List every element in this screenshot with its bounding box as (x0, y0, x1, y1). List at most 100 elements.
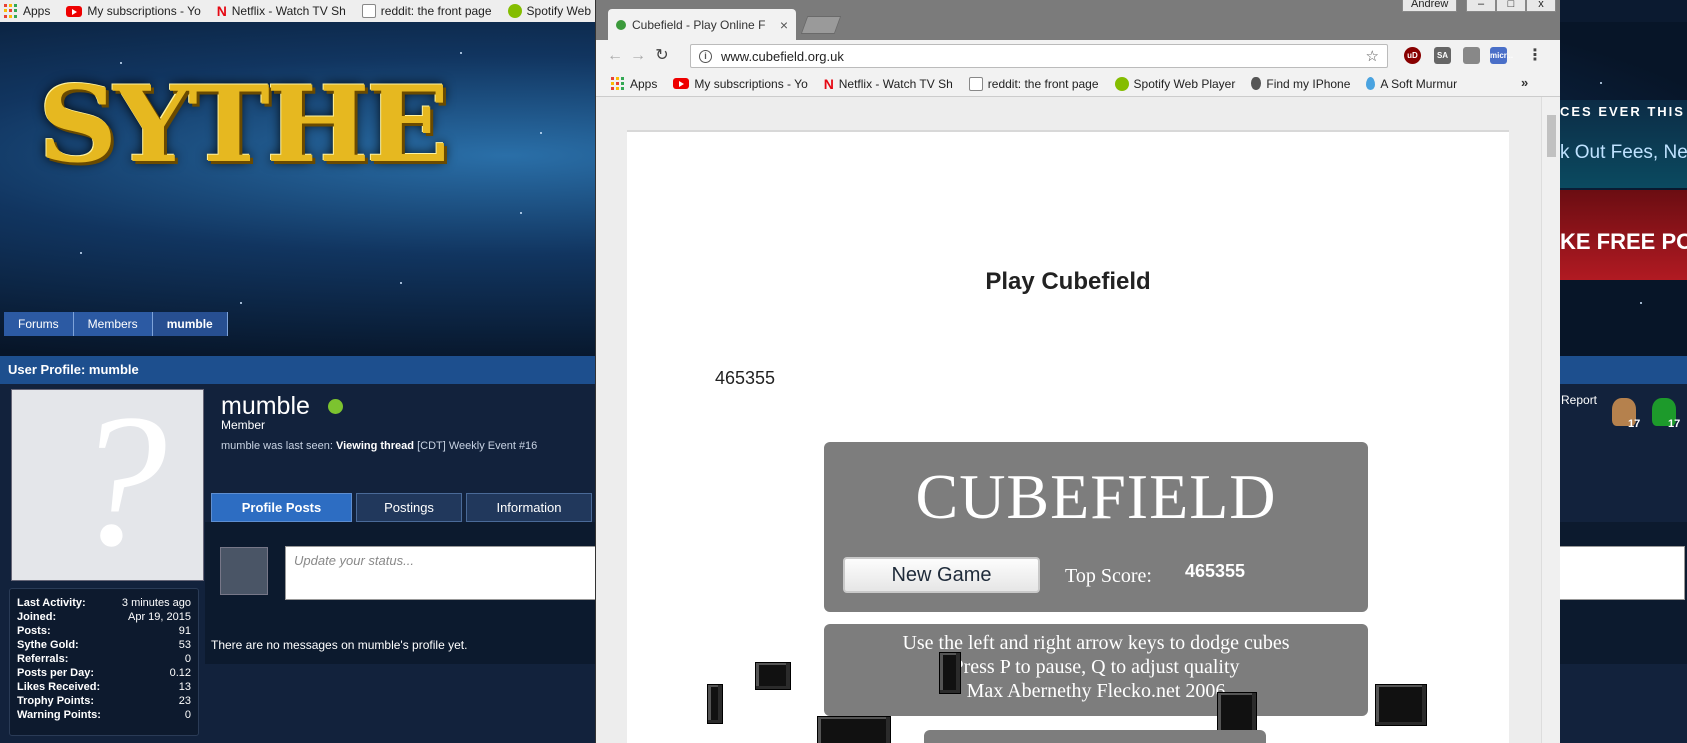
last-seen-thread-link[interactable]: [CDT] Weekly Event #16 (417, 440, 537, 452)
tab-cubefield[interactable]: Cubefield - Play Online F × (608, 9, 796, 40)
microsoft-extension-icon[interactable]: micr... (1490, 47, 1513, 64)
droplet-icon (1366, 77, 1376, 90)
lower-panel (924, 730, 1266, 743)
close-window-button[interactable]: x (1526, 0, 1556, 12)
game-title: CUBEFIELD (915, 461, 1277, 532)
bookmark-spotify[interactable]: Spotify Web Player (1114, 76, 1235, 91)
trophy-count: 17 (1668, 418, 1681, 430)
ad-text-3: KE FREE POK (1560, 229, 1687, 254)
profile-title: User Profile: mumble (8, 362, 139, 377)
cube (707, 684, 723, 724)
menu-icon[interactable]: ⋮ (1527, 45, 1543, 65)
bookmark-youtube[interactable]: My subscriptions - Yo (673, 77, 808, 91)
trophy-count: 17 (1628, 418, 1641, 430)
cubefield-favicon-icon (616, 19, 626, 30)
cube (939, 652, 961, 694)
netflix-icon: N (823, 75, 834, 92)
back-arrow-icon[interactable]: ← (606, 47, 624, 65)
new-tab-button[interactable] (800, 16, 842, 34)
bookmark-star-icon[interactable]: ☆ (1366, 47, 1379, 65)
window-controls: – □ x (1466, 0, 1556, 12)
new-game-button[interactable]: New Game (843, 557, 1040, 593)
online-status-icon (328, 399, 343, 414)
instructions-panel: Use the left and right arrow keys to dod… (824, 624, 1368, 716)
apps-icon (4, 4, 18, 18)
ublock-extension-icon[interactable]: uD (1404, 47, 1421, 64)
stat-posts: Posts: 91 (17, 625, 191, 637)
breadcrumb-forums[interactable]: Forums (4, 312, 74, 336)
background-bookmarks-bar: Apps My subscriptions - Yo N Netflix - Wa… (0, 0, 600, 22)
url-text: www.cubefield.org.uk (721, 48, 844, 64)
reddit-icon (361, 4, 376, 18)
info-icon[interactable]: i (699, 49, 712, 63)
stat-joined: Joined: Apr 19, 2015 (17, 611, 191, 623)
profile-role: Member (221, 418, 266, 432)
page-viewport: Play Cubefield 465355 CUBEFIELD New Game… (596, 97, 1541, 743)
breadcrumb: Forums Members mumble (4, 312, 228, 336)
more-bookmarks-icon[interactable]: » (1521, 75, 1528, 90)
cubefield-page: Play Cubefield 465355 CUBEFIELD New Game… (627, 130, 1509, 743)
last-seen: mumble was last seen: Viewing thread [CD… (221, 440, 538, 452)
sythe-logo[interactable]: SYTHE (38, 63, 450, 186)
status-avatar (220, 547, 268, 595)
youtube-icon (673, 78, 690, 89)
bookmark-reddit[interactable]: reddit: the front page (968, 76, 1099, 91)
instruction-line: Max Abernethy Flecko.net 2006 (966, 680, 1226, 702)
spotify-icon (507, 4, 522, 18)
youtube-icon (66, 5, 83, 17)
report-link[interactable]: Report (1561, 393, 1597, 407)
bookmark-netflix[interactable]: N Netflix - Watch TV Sh (217, 4, 346, 18)
bookmark-reddit[interactable]: reddit: the front page (361, 4, 492, 18)
tab-profile-posts[interactable]: Profile Posts (211, 493, 352, 522)
browser-window: Cubefield - Play Online F × Andrew – □ x… (595, 0, 1560, 743)
top-score-label: Top Score: (1065, 565, 1152, 587)
bookmark-find-my-iphone[interactable]: Find my IPhone (1251, 77, 1350, 91)
member-stats: Last Activity: 3 minutes ago Joined: Apr 1… (9, 588, 199, 736)
instruction-line: Press P to pause, Q to adjust quality (952, 656, 1240, 678)
forward-arrow-icon[interactable]: → (629, 47, 647, 65)
stat-posts-per-day: Posts per Day: 0.12 (17, 667, 191, 679)
scrollbar-thumb[interactable] (1547, 115, 1556, 157)
tab-postings[interactable]: Postings (356, 493, 462, 522)
avatar[interactable]: ? (11, 389, 204, 581)
bookmark-youtube[interactable]: My subscriptions - Yo (66, 4, 201, 18)
stat-likes-received: Likes Received: 13 (17, 681, 191, 693)
game-menu-panel: CUBEFIELD New Game Top Score: 465355 (824, 442, 1368, 612)
breadcrumb-members[interactable]: Members (73, 312, 153, 336)
breadcrumb-mumble[interactable]: mumble (152, 312, 228, 336)
sa-extension-icon[interactable]: SA (1434, 47, 1451, 64)
bookmark-a-soft-murmur[interactable]: A Soft Murmur (1366, 77, 1457, 91)
netflix-icon: N (216, 3, 227, 19)
address-bar[interactable]: i www.cubefield.org.uk ☆ (690, 44, 1388, 68)
profile-username: mumble (221, 392, 310, 420)
maximize-button[interactable]: □ (1496, 0, 1526, 12)
bookmarks-bar: Apps My subscriptions - Yo N Netflix - Wa… (596, 71, 1560, 97)
reddit-icon (968, 76, 983, 91)
profile-button[interactable]: Andrew (1402, 0, 1458, 12)
stat-last-activity: Last Activity: 3 minutes ago (17, 597, 191, 609)
top-score-value: 465355 (1185, 561, 1246, 581)
bookmark-apps[interactable]: Apps (4, 4, 50, 18)
cube (817, 716, 891, 743)
stat-warning-points: Warning Points: 0 (17, 709, 191, 721)
ad-text-2: k Out Fees, Ne (1560, 142, 1687, 163)
question-mark-icon: ? (72, 389, 167, 581)
spotify-icon (1114, 76, 1129, 91)
close-icon[interactable]: × (780, 17, 788, 33)
reload-icon[interactable]: ↻ (653, 47, 671, 65)
bookmark-apps[interactable]: Apps (611, 76, 657, 91)
tab-information[interactable]: Information (466, 493, 592, 522)
cube (1375, 684, 1427, 726)
chat-extension-icon[interactable] (1463, 47, 1480, 64)
last-seen-action-link[interactable]: Viewing thread (336, 440, 414, 452)
stat-referrals: Referrals: 0 (17, 653, 191, 665)
bookmark-spotify[interactable]: Spotify Web (507, 4, 591, 18)
minimize-button[interactable]: – (1466, 0, 1496, 12)
apple-icon (1251, 77, 1262, 90)
instruction-line: Use the left and right arrow keys to dod… (902, 632, 1290, 654)
vertical-scrollbar[interactable] (1541, 97, 1560, 743)
tab-title: Cubefield - Play Online F (632, 17, 766, 32)
current-score: 465355 (715, 368, 776, 388)
bookmark-netflix[interactable]: N Netflix - Watch TV Sh (824, 77, 953, 91)
no-messages-text: There are no messages on mumble's profil… (211, 638, 468, 652)
